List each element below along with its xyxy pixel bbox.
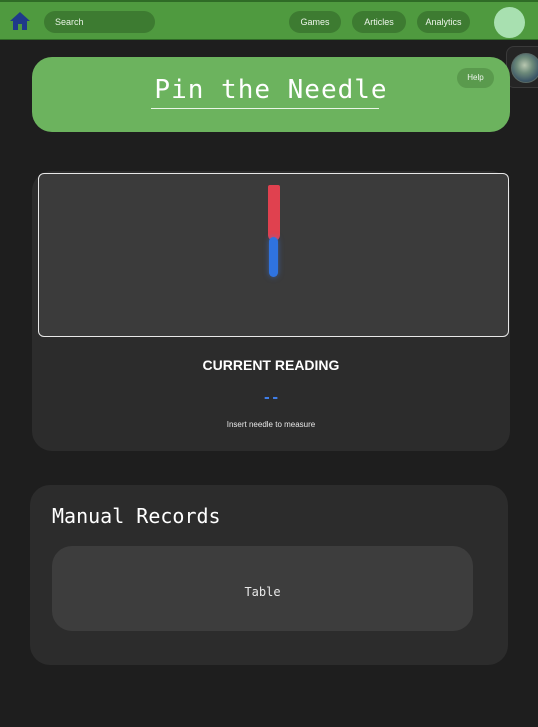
help-button[interactable]: Help <box>457 68 494 88</box>
reading-label: CURRENT READING <box>202 357 340 373</box>
reading-hint: Insert needle to measure <box>226 420 316 429</box>
title-underline <box>151 108 379 109</box>
records-table: Table <box>52 546 473 631</box>
table-placeholder: Table <box>244 585 281 599</box>
needle-gauge <box>38 173 509 337</box>
needle-red-segment <box>268 185 280 241</box>
side-thumbnail[interactable] <box>506 46 538 88</box>
reading-value: -- <box>262 390 280 406</box>
title-card: Pin the Needle Help <box>32 57 510 132</box>
needle-blue-segment <box>269 237 278 277</box>
home-icon[interactable] <box>9 11 31 31</box>
nav-link-analytics[interactable]: Analytics <box>417 11 470 33</box>
avatar[interactable] <box>494 7 525 38</box>
nav-link-games[interactable]: Games <box>289 11 341 33</box>
top-navbar: Search Games Articles Analytics <box>0 0 538 40</box>
records-title: Manual Records <box>52 504 221 528</box>
thumbnail-image <box>511 53 538 83</box>
manual-records-card: Manual Records Table <box>30 485 508 665</box>
page-title: Pin the Needle <box>154 75 388 105</box>
nav-link-articles[interactable]: Articles <box>352 11 406 33</box>
measurement-card: CURRENT READING -- Insert needle to meas… <box>32 171 510 451</box>
search-input[interactable]: Search <box>44 11 155 33</box>
